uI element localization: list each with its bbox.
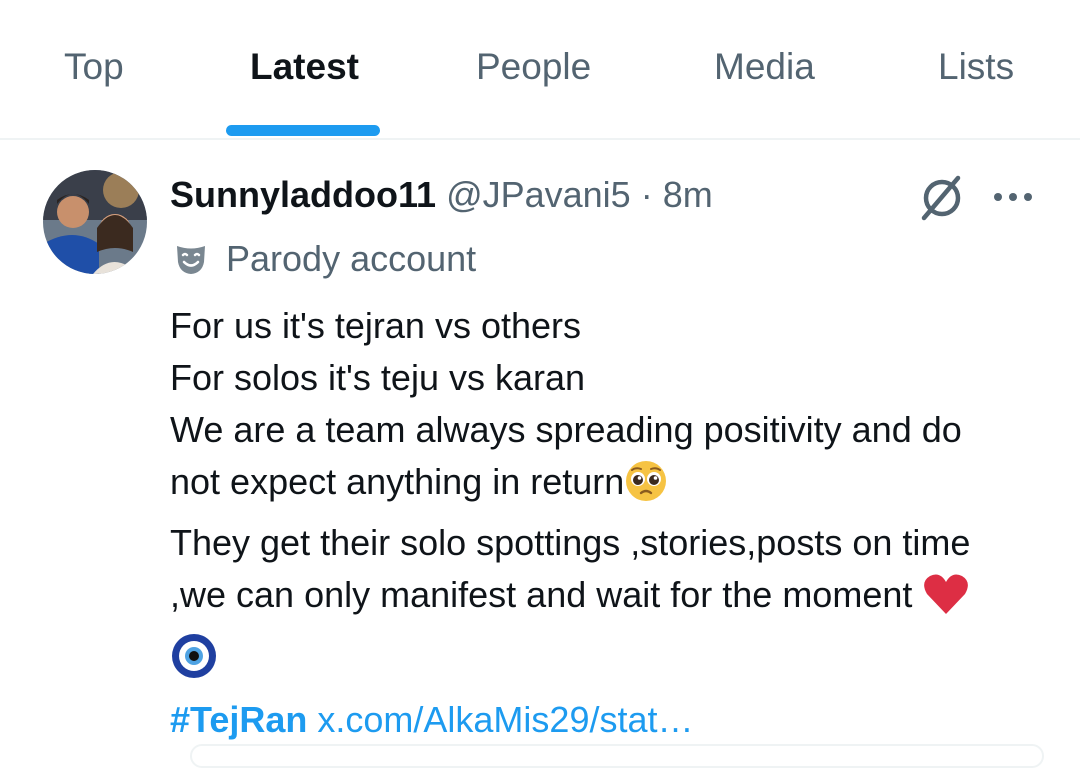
tweet-line: For solos it's teju vs karan <box>170 357 586 398</box>
tweet-line: not expect anything in return <box>170 461 625 502</box>
avatar[interactable] <box>43 170 147 274</box>
tweet-header: Sunnyladdoo11 @JPavani5 · 8m <box>170 174 713 216</box>
tweet-text: For us it's tejran vs others For solos i… <box>170 300 1050 746</box>
more-options-icon[interactable] <box>992 182 1034 212</box>
tweet-line: For us it's tejran vs others <box>170 305 582 346</box>
red-heart-emoji <box>922 572 970 630</box>
display-name[interactable]: Sunnyladdoo11 <box>170 174 436 215</box>
tab-latest[interactable]: Latest <box>250 46 359 88</box>
separator-dot: · <box>640 174 653 215</box>
hashtag-link[interactable]: #TejRan <box>170 699 307 740</box>
user-handle[interactable]: @JPavani5 <box>446 174 631 215</box>
tweet-line: We are a team always spreading positivit… <box>170 409 962 450</box>
tab-people[interactable]: People <box>476 46 591 88</box>
parody-account-text: Parody account <box>226 238 477 279</box>
tweet[interactable]: Sunnyladdoo11 @JPavani5 · 8m Parody acco… <box>0 140 1080 768</box>
nazar-amulet-emoji <box>170 632 218 694</box>
tweet-line: They get their solo spottings ,stories,p… <box>170 522 971 563</box>
tab-lists[interactable]: Lists <box>938 46 1014 88</box>
tweet-time[interactable]: 8m <box>663 174 713 215</box>
tweet-line-with-emoji: ,we can only manifest and wait for the m… <box>170 569 1050 630</box>
tweet-line-emoji-only <box>170 630 1050 694</box>
grok-icon[interactable] <box>916 172 968 224</box>
url-link[interactable]: x.com/AlkaMis29/stat… <box>317 699 693 740</box>
active-tab-indicator <box>226 125 380 136</box>
search-tabs-bar: Top Latest People Media Lists <box>0 0 1080 140</box>
pleading-face-emoji <box>624 459 668 517</box>
tab-top[interactable]: Top <box>64 46 124 88</box>
tweet-line: ,we can only manifest and wait for the m… <box>170 574 923 615</box>
tab-media[interactable]: Media <box>714 46 815 88</box>
tweet-link-line: #TejRan x.com/AlkaMis29/stat… <box>170 694 1050 746</box>
theater-mask-icon <box>174 242 208 276</box>
tweet-line-with-emoji: not expect anything in return <box>170 456 1050 517</box>
